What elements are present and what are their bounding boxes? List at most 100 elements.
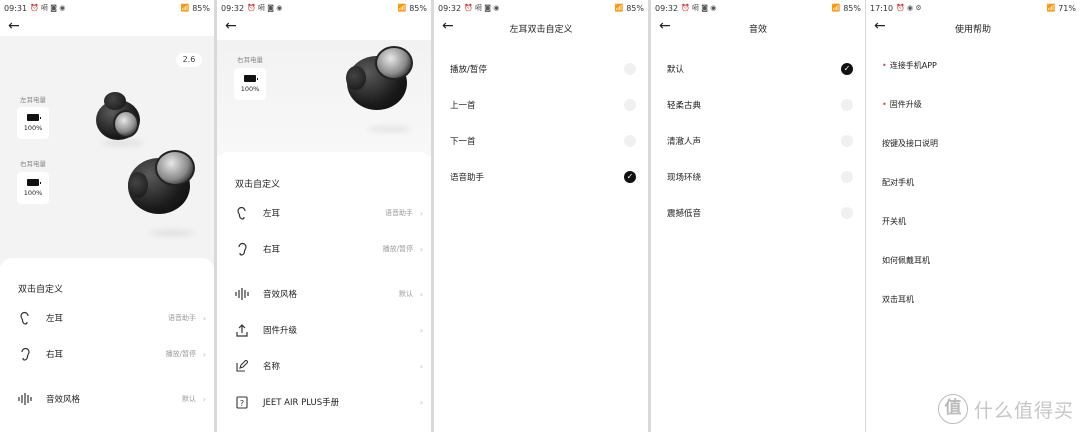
option-live-surround[interactable]: 现场环绕: [651, 166, 865, 188]
help-item-pairing[interactable]: 配对手机: [882, 177, 914, 188]
help-item-connect-app[interactable]: • 连接手机APP: [882, 60, 937, 71]
option-soft-classical[interactable]: 轻柔古典: [651, 94, 865, 116]
help-item-label: 固件升级: [889, 100, 922, 109]
earbud-cap: [155, 150, 195, 186]
right-ear-setting[interactable]: 右耳 播放/暂停 ›: [0, 340, 214, 368]
sound-wave-icon: [18, 392, 32, 406]
earbud-shadow: [100, 140, 144, 146]
help-item-power[interactable]: 开关机: [882, 216, 906, 227]
status-icons: ⏰ 嗬 ◙ ◉: [681, 4, 717, 12]
radio-button[interactable]: [624, 99, 636, 111]
svg-text:?: ?: [240, 399, 244, 408]
left-ear-setting[interactable]: 左耳 语音助手 ›: [217, 199, 431, 227]
settings-sheet: 双击自定义 左耳 语音助手 › 右耳 播放/暂停 ›: [0, 258, 214, 432]
sound-style-setting[interactable]: 音效风格 默认 ›: [0, 385, 214, 413]
wifi-icon: 📶: [397, 4, 407, 12]
option-heavy-bass[interactable]: 震撼低音: [651, 202, 865, 224]
watermark-logo: 值: [937, 394, 968, 424]
earbud-tip: [128, 172, 148, 198]
status-time: 09:32: [221, 3, 245, 13]
battery-icon: [27, 179, 41, 186]
check-icon[interactable]: ✓: [841, 63, 853, 75]
radio-button[interactable]: [841, 171, 853, 183]
section-title: 双击自定义: [18, 285, 64, 295]
rename-setting[interactable]: 名称 ›: [217, 352, 431, 380]
firmware-version-badge: 2.6: [176, 53, 202, 67]
option-voice-assistant[interactable]: 语音助手 ✓: [434, 166, 648, 188]
radio-button[interactable]: [841, 99, 853, 111]
sound-style-setting[interactable]: 音效风格 默认 ›: [217, 280, 431, 308]
radio-button[interactable]: [624, 63, 636, 75]
item-value: 播放/暂停: [382, 245, 413, 253]
right-battery-card: 100%: [234, 68, 266, 100]
status-bar: 09:32 ⏰ 嗬 ◙ ◉ 📶 85%: [651, 0, 865, 16]
chevron-right-icon: ›: [419, 208, 423, 218]
radio-button[interactable]: [841, 135, 853, 147]
status-icons: ⏰ 嗬 ◙ ◉: [30, 4, 66, 12]
back-arrow-icon[interactable]: ←: [8, 19, 20, 33]
chevron-right-icon: ›: [419, 325, 423, 335]
item-label: 左耳: [46, 314, 64, 324]
help-icon: ?: [235, 395, 249, 409]
earbud-tip: [346, 66, 366, 90]
firmware-upgrade-setting[interactable]: 固件升级 ›: [217, 316, 431, 344]
help-item-double-tap[interactable]: 双击耳机: [882, 294, 914, 305]
help-item-firmware[interactable]: • 固件升级: [882, 99, 922, 110]
watermark-text: 什么值得买: [973, 399, 1074, 422]
help-item-wearing[interactable]: 如何佩戴耳机: [882, 255, 930, 266]
right-ear-setting[interactable]: 右耳 播放/暂停 ›: [217, 235, 431, 263]
right-battery-label: 右耳电量: [20, 160, 46, 168]
option-label: 轻柔古典: [667, 101, 702, 111]
status-bar: 17:10 ⏰ ◉ ⚙ 📶 71%: [866, 0, 1080, 16]
option-default[interactable]: 默认 ✓: [651, 58, 865, 80]
status-icons: ⏰ ◉ ⚙: [896, 4, 922, 12]
check-icon[interactable]: ✓: [624, 171, 636, 183]
radio-button[interactable]: [841, 207, 853, 219]
option-label: 默认: [667, 65, 685, 75]
battery-percent: 71%: [1058, 3, 1076, 13]
help-item-label: 开关机: [882, 217, 906, 226]
status-time: 09:32: [438, 3, 462, 13]
chevron-right-icon: ›: [202, 349, 206, 359]
option-label: 震撼低音: [667, 209, 702, 219]
status-time: 09:32: [655, 3, 679, 13]
item-label: 右耳: [46, 350, 64, 360]
help-item-label: 如何佩戴耳机: [882, 256, 930, 265]
item-value: 语音助手: [385, 209, 413, 217]
upload-icon: [235, 323, 249, 337]
left-ear-setting[interactable]: 左耳 语音助手 ›: [0, 304, 214, 332]
left-battery-label: 左耳电量: [20, 96, 46, 104]
help-item-label: 连接手机APP: [889, 61, 937, 70]
status-bar: 09:32 ⏰ 嗬 ◙ ◉ 📶 85%: [434, 0, 648, 16]
option-play-pause[interactable]: 播放/暂停: [434, 58, 648, 80]
chevron-right-icon: ›: [419, 289, 423, 299]
panel-device-home: 09:31 ⏰ 嗬 ◙ ◉ 📶 85% ← 2.6 左耳电量 100% 右耳电量 1…: [0, 0, 214, 432]
battery-percent: 85%: [192, 3, 210, 13]
option-label: 下一首: [450, 137, 476, 147]
right-battery-label: 右耳电量: [237, 56, 263, 64]
left-battery-card: 100%: [17, 107, 49, 139]
new-dot-icon: •: [882, 61, 887, 70]
item-value: 播放/暂停: [165, 350, 196, 358]
option-next[interactable]: 下一首: [434, 130, 648, 152]
help-item-label: 配对手机: [882, 178, 914, 187]
status-time: 17:10: [870, 3, 894, 13]
wifi-icon: 📶: [180, 4, 190, 12]
earbud-tip: [104, 92, 126, 110]
battery-percent: 85%: [626, 3, 644, 13]
battery-icon: [244, 75, 258, 82]
item-label: 音效风格: [46, 395, 81, 405]
help-item-buttons[interactable]: 按键及接口说明: [882, 138, 938, 149]
item-label: JEET AIR PLUS手册: [263, 398, 340, 408]
sound-wave-icon: [235, 287, 249, 301]
status-bar: 09:32 ⏰ 嗬 ◙ ◉ 📶 85%: [217, 0, 431, 16]
radio-button[interactable]: [624, 135, 636, 147]
option-previous[interactable]: 上一首: [434, 94, 648, 116]
option-clear-vocal[interactable]: 清澈人声: [651, 130, 865, 152]
ear-icon: [18, 347, 32, 361]
page-title: 音效: [748, 25, 767, 35]
battery-percent: 85%: [843, 3, 861, 13]
back-arrow-icon[interactable]: ←: [225, 19, 237, 33]
manual-setting[interactable]: ? JEET AIR PLUS手册 ›: [217, 388, 431, 416]
ear-icon: [235, 206, 249, 220]
